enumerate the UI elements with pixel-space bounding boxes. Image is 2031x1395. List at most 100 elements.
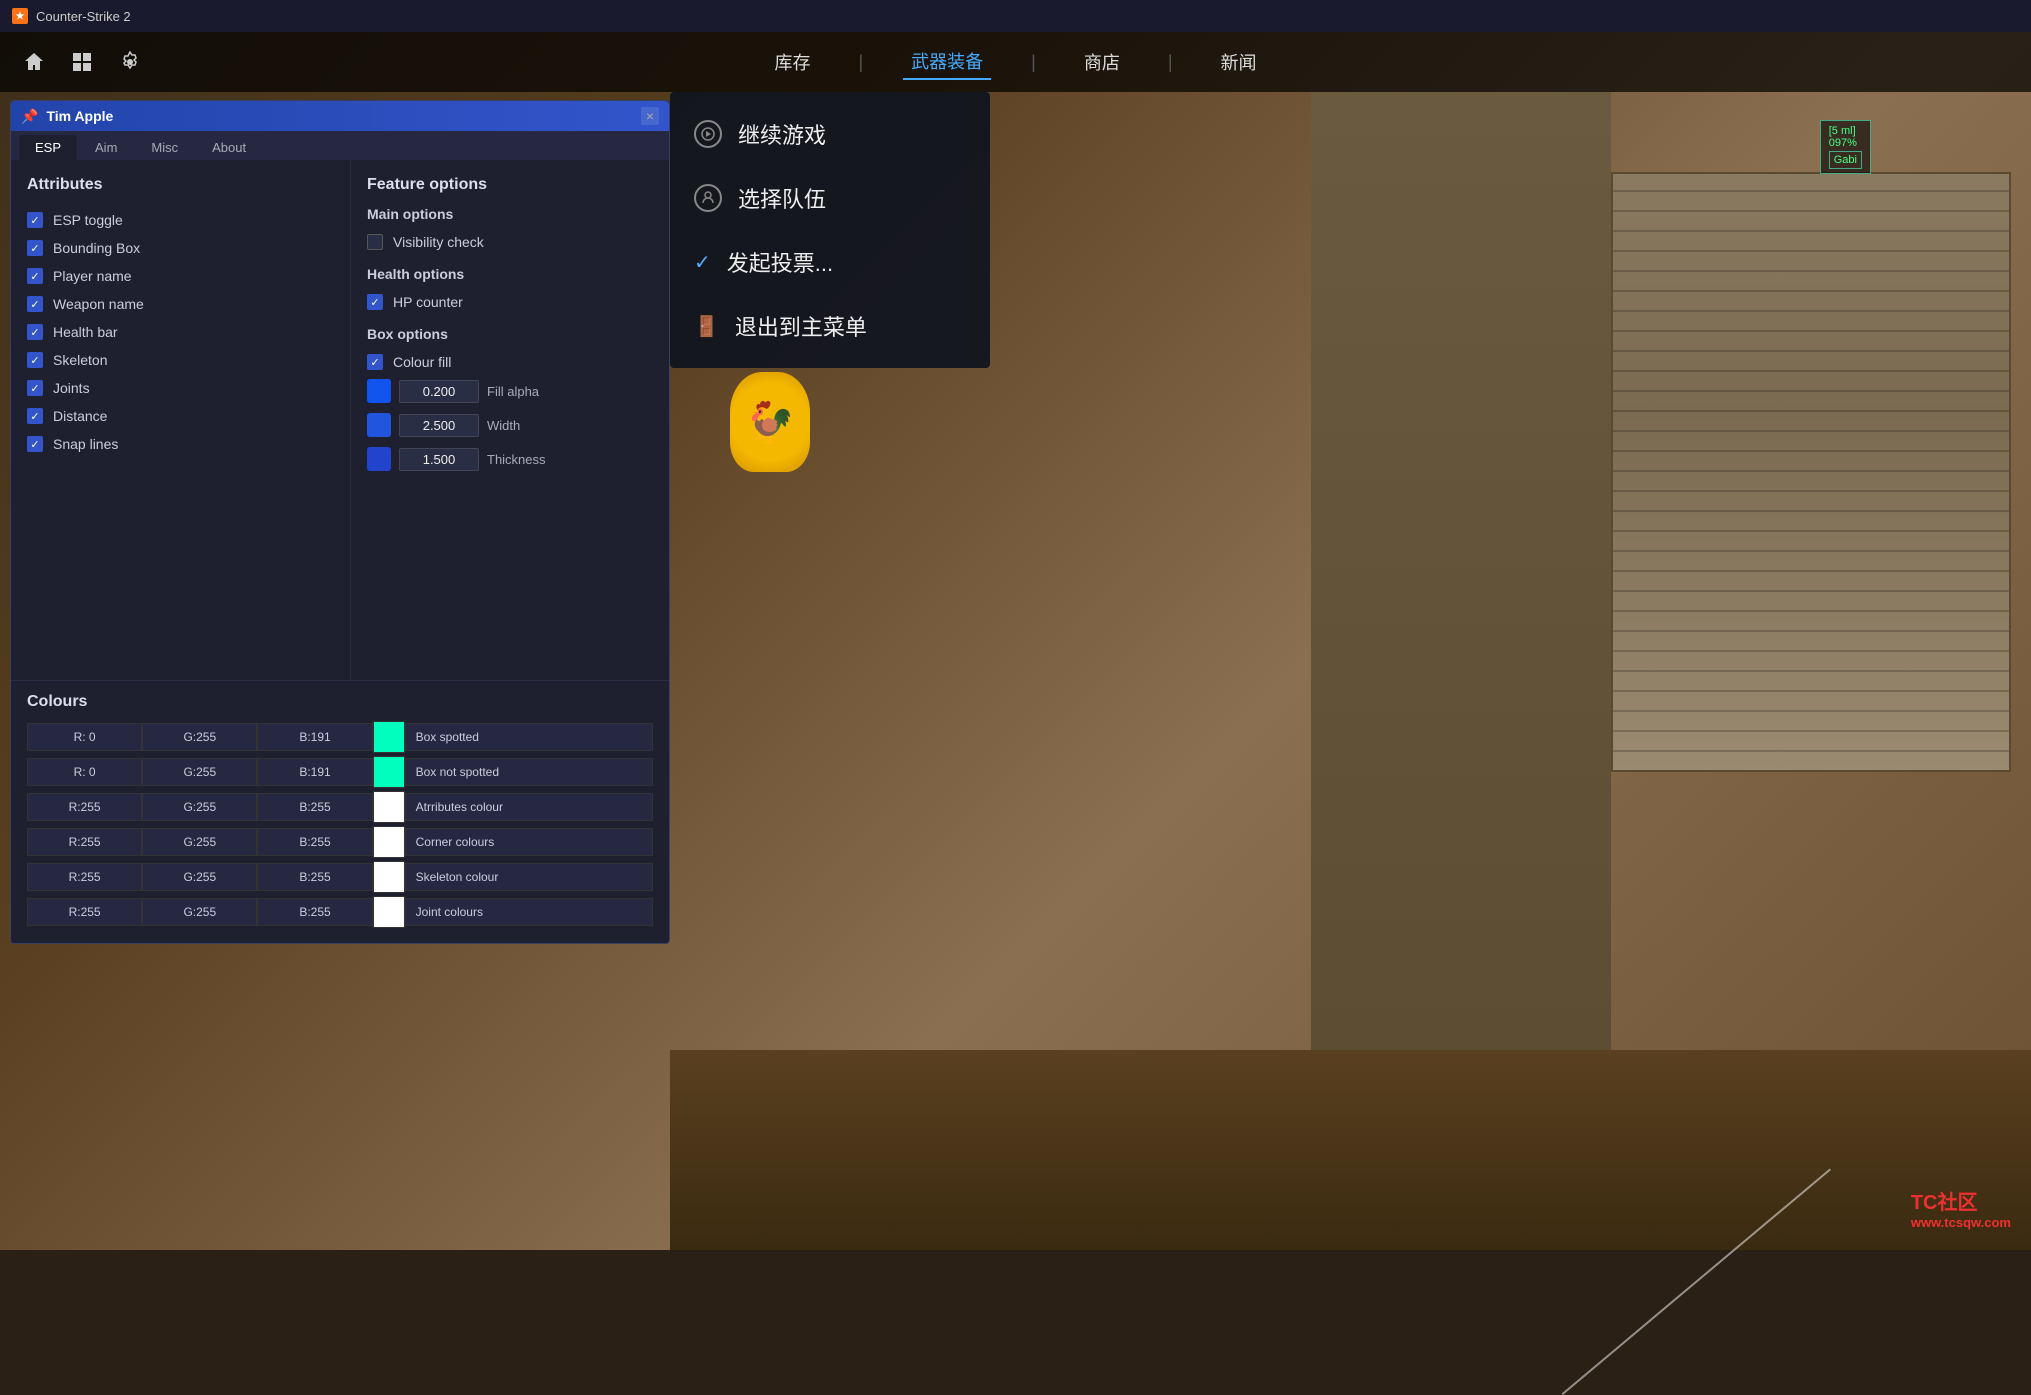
colour-g-5: G:255 (142, 898, 257, 926)
thickness-input[interactable] (399, 448, 479, 471)
colour-fill-row[interactable]: ✓ Colour fill (367, 350, 653, 374)
menu-team[interactable]: 选择队伍 (670, 166, 990, 230)
colour-r-4: R:255 (27, 863, 142, 891)
colour-fill-label: Colour fill (393, 354, 451, 370)
home-icon[interactable] (20, 48, 48, 76)
gear-icon[interactable] (116, 48, 144, 76)
panel-title-left: 📌 Tim Apple (21, 108, 113, 125)
attr-esp-toggle[interactable]: ✓ ESP toggle (27, 206, 334, 234)
hud-player-name: Gabi (1829, 151, 1862, 169)
menu-exit[interactable]: 🚪 退出到主菜单 (670, 294, 990, 358)
watermark-url: www.tcsqw.com (1911, 1215, 2011, 1230)
fill-alpha-input[interactable] (399, 380, 479, 403)
attr-player-name[interactable]: ✓ Player name (27, 262, 334, 290)
checkbox-weapon-name: ✓ (27, 296, 43, 312)
colour-swatch-0[interactable] (373, 721, 405, 753)
main-options-title: Main options (367, 206, 653, 222)
checkbox-joints: ✓ (27, 380, 43, 396)
menu-vote-label: 发起投票... (727, 246, 833, 278)
colour-g-2: G:255 (142, 793, 257, 821)
app-title: Counter-Strike 2 (36, 9, 131, 24)
attributes-title: Attributes (27, 176, 334, 194)
colour-r-3: R:255 (27, 828, 142, 856)
nav-shop[interactable]: 商店 (1076, 45, 1128, 79)
attr-skeleton[interactable]: ✓ Skeleton (27, 346, 334, 374)
menu-exit-label: 退出到主菜单 (735, 310, 867, 342)
attr-snap-lines[interactable]: ✓ Snap lines (27, 430, 334, 458)
checkbox-player-name: ✓ (27, 268, 43, 284)
attr-distance[interactable]: ✓ Distance (27, 402, 334, 430)
hp-counter-label: HP counter (393, 294, 463, 310)
colour-label-1: Box not spotted (405, 758, 653, 786)
colour-label-5: Joint colours (405, 898, 653, 926)
attr-skeleton-label: Skeleton (53, 352, 107, 368)
health-options-title: Health options (367, 266, 653, 282)
width-input[interactable] (399, 414, 479, 437)
attr-player-name-label: Player name (53, 268, 132, 284)
nav-inventory[interactable]: 库存 (766, 45, 818, 79)
thickness-label: Thickness (487, 452, 546, 467)
colour-swatch-5[interactable] (373, 896, 405, 928)
visibility-check-row[interactable]: Visibility check (367, 230, 653, 254)
nav-news[interactable]: 新闻 (1213, 45, 1265, 79)
title-bar: ★ Counter-Strike 2 (0, 0, 2031, 32)
menu-continue[interactable]: 继续游戏 (670, 102, 990, 166)
checkbox-esp-toggle: ✓ (27, 212, 43, 228)
colour-swatch-3[interactable] (373, 826, 405, 858)
attr-weapon-name[interactable]: ✓ Weapon name (27, 290, 334, 318)
attr-distance-label: Distance (53, 408, 107, 424)
colour-g-1: G:255 (142, 758, 257, 786)
panel-close-button[interactable]: × (641, 107, 659, 125)
colour-b-5: B:255 (257, 898, 372, 926)
hud-player-info: [5 ml] 097% Gabi (1820, 120, 1871, 174)
menu-team-label: 选择队伍 (738, 182, 826, 214)
hud-ammo: 097% (1829, 137, 1862, 149)
checkbox-distance: ✓ (27, 408, 43, 424)
colours-title: Colours (27, 693, 653, 711)
checkbox-colour-fill: ✓ (367, 354, 383, 370)
pause-menu: 继续游戏 选择队伍 ✓ 发起投票... 🚪 退出到主菜单 (670, 92, 990, 368)
attr-health-bar[interactable]: ✓ Health bar (27, 318, 334, 346)
menu-continue-label: 继续游戏 (738, 118, 826, 150)
menu-vote[interactable]: ✓ 发起投票... (670, 230, 990, 294)
tab-misc[interactable]: Misc (135, 135, 194, 160)
width-swatch[interactable] (367, 413, 391, 437)
tab-aim[interactable]: Aim (79, 135, 133, 160)
checkbox-snap-lines: ✓ (27, 436, 43, 452)
grid-icon[interactable] (68, 48, 96, 76)
checkbox-health-bar: ✓ (27, 324, 43, 340)
colour-b-1: B:191 (257, 758, 372, 786)
checkbox-skeleton: ✓ (27, 352, 43, 368)
hud-health: [5 ml] (1829, 125, 1862, 137)
pin-icon: 📌 (21, 108, 38, 125)
nav-weapons[interactable]: 武器装备 (903, 44, 991, 80)
colour-g-3: G:255 (142, 828, 257, 856)
colour-row-5: R:255 G:255 B:255 Joint colours (27, 896, 653, 928)
continue-icon (694, 120, 722, 148)
watermark: TC社区 www.tcsqw.com (1911, 1186, 2011, 1230)
checkbox-hp-counter: ✓ (367, 294, 383, 310)
floor (670, 1050, 2031, 1250)
colour-swatch-2[interactable] (373, 791, 405, 823)
fill-alpha-swatch[interactable] (367, 379, 391, 403)
colour-swatch-4[interactable] (373, 861, 405, 893)
attr-joints[interactable]: ✓ Joints (27, 374, 334, 402)
check-icon: ✓ (694, 250, 711, 275)
colour-row-0: R: 0 G:255 B:191 Box spotted (27, 721, 653, 753)
tab-esp[interactable]: ESP (19, 135, 77, 160)
tab-about[interactable]: About (196, 135, 262, 160)
colours-section: Colours R: 0 G:255 B:191 Box spotted R: … (11, 680, 669, 943)
panel-tabs: ESP Aim Misc About (11, 131, 669, 160)
thickness-swatch[interactable] (367, 447, 391, 471)
colour-b-3: B:255 (257, 828, 372, 856)
checkbox-bounding-box: ✓ (27, 240, 43, 256)
colour-row-1: R: 0 G:255 B:191 Box not spotted (27, 756, 653, 788)
panel-body: Attributes ✓ ESP toggle ✓ Bounding Box ✓… (11, 160, 669, 680)
colour-swatch-1[interactable] (373, 756, 405, 788)
colour-r-0: R: 0 (27, 723, 142, 751)
app-icon: ★ (12, 8, 28, 24)
attr-bounding-box[interactable]: ✓ Bounding Box (27, 234, 334, 262)
hp-counter-row[interactable]: ✓ HP counter (367, 290, 653, 314)
attr-weapon-name-label: Weapon name (53, 296, 144, 312)
colour-row-3: R:255 G:255 B:255 Corner colours (27, 826, 653, 858)
